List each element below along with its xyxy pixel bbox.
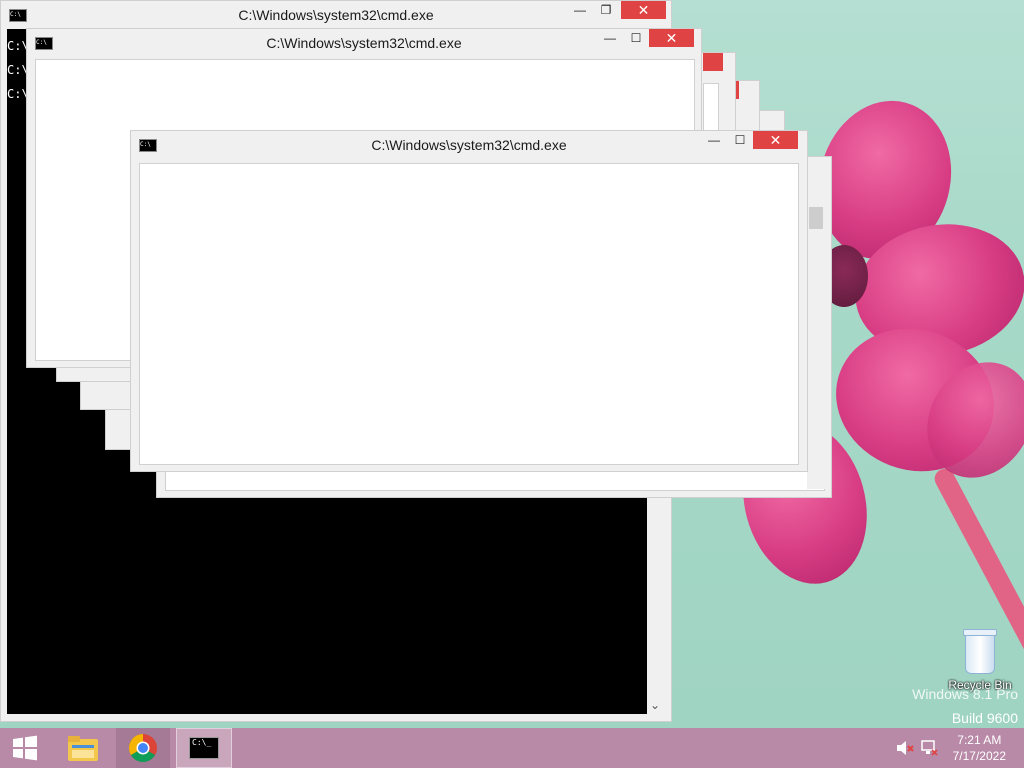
os-watermark: Windows 8.1 Pro [912,686,1018,702]
desktop: C:\ C:\Windows\system32\cmd.exe — ❐ ✕ C:… [0,0,1024,728]
clock-time: 7:21 AM [957,733,1002,747]
close-button[interactable] [703,53,723,71]
recycle-bin-icon[interactable] [963,629,997,674]
start-button[interactable] [0,728,50,768]
window-client [139,163,799,465]
taskbar-file-explorer[interactable] [58,728,108,768]
build-watermark: Build 9600 [951,710,1018,726]
file-explorer-icon [68,736,98,761]
taskbar-command-prompt[interactable]: C:\_ [176,728,232,768]
chrome-icon [129,734,157,762]
chevron-down-icon[interactable]: ⌄ [650,698,660,712]
minimize-button[interactable]: — [597,29,623,47]
recycle-bin[interactable]: Recycle Bin [940,629,1020,692]
network-icon[interactable] [920,739,938,757]
restore-button[interactable]: ❐ [593,1,619,19]
taskbar: C:\_ 7:21 AM 7/17/2022 [0,728,1024,768]
scroll-thumb[interactable] [809,207,823,229]
clock-date: 7/17/2022 [952,749,1006,763]
close-button[interactable]: ✕ [753,131,798,149]
close-button[interactable]: ✕ [649,29,694,47]
title-bar[interactable]: C:\ C:\Windows\system32\cmd.exe — ☐ ✕ [131,131,807,159]
cmd-window-front[interactable]: C:\ C:\Windows\system32\cmd.exe — ☐ ✕ [130,130,808,472]
volume-muted-icon[interactable] [896,740,914,756]
minimize-button[interactable]: — [701,131,727,149]
maximize-button[interactable]: ☐ [727,131,753,149]
minimize-button[interactable]: — [567,1,593,19]
windows-logo-icon[interactable] [11,734,39,762]
vertical-scrollbar[interactable] [807,159,825,489]
close-button[interactable]: ✕ [621,1,666,19]
title-bar[interactable]: C:\ C:\Windows\system32\cmd.exe — ☐ ✕ [27,29,701,57]
taskbar-google-chrome[interactable] [116,728,170,768]
maximize-button[interactable]: ☐ [623,29,649,47]
clock[interactable]: 7:21 AM 7/17/2022 [953,732,1006,764]
title-bar[interactable]: C:\ C:\Windows\system32\cmd.exe — ❐ ✕ [1,1,671,29]
command-prompt-icon: C:\_ [189,737,219,759]
